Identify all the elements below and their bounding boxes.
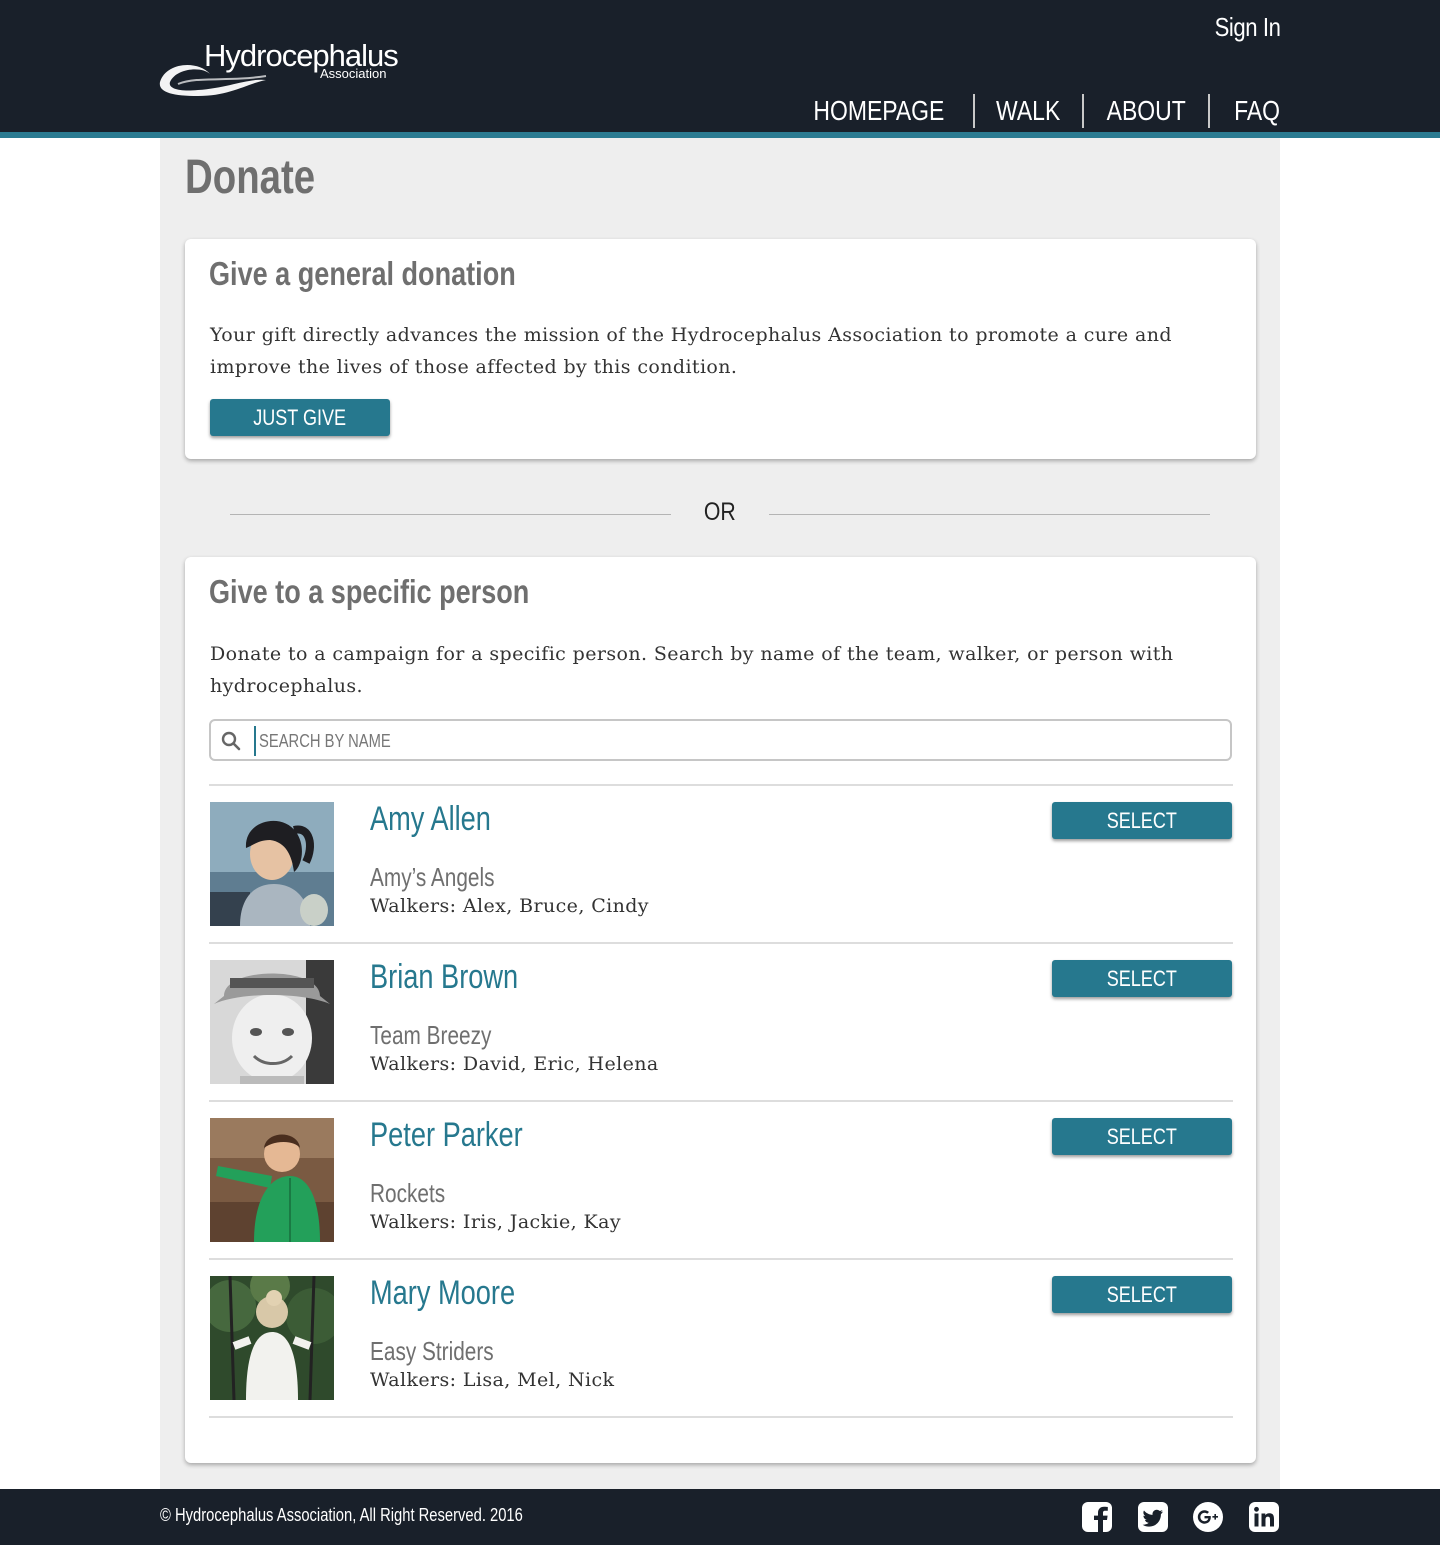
page-title: Donate xyxy=(185,151,316,204)
select-label: SELECT xyxy=(1106,965,1178,991)
or-divider: OR xyxy=(230,498,1210,532)
select-label: SELECT xyxy=(1106,1281,1178,1307)
text-cursor xyxy=(254,726,256,756)
list-item: Brian Brown Team Breezy Walkers: David, … xyxy=(209,958,1233,1084)
facebook-icon[interactable] xyxy=(1081,1501,1113,1533)
person-name[interactable]: Amy Allen xyxy=(370,800,491,839)
or-label: OR xyxy=(704,498,736,526)
list-divider xyxy=(209,942,1233,944)
search-input[interactable] xyxy=(259,725,1047,757)
nav-faq[interactable]: FAQ xyxy=(1216,95,1280,127)
boy-hat-bw-photo xyxy=(210,960,334,1084)
google-plus-icon[interactable] xyxy=(1192,1501,1224,1533)
team-name: Amy’s Angels xyxy=(370,862,495,892)
walkers-list: Walkers: Iris, Jackie, Kay xyxy=(370,1211,621,1233)
girl-ponytail-photo xyxy=(210,802,334,926)
nav-divider xyxy=(1207,94,1210,128)
team-name: Team Breezy xyxy=(370,1020,492,1050)
list-divider xyxy=(209,1416,1233,1418)
hydrocephalus-logo[interactable]: Hydrocephalus Association xyxy=(158,36,399,102)
nav-about-label: ABOUT xyxy=(1106,95,1186,126)
nav-homepage[interactable]: HOMEPAGE xyxy=(791,95,967,127)
list-item: Mary Moore Easy Striders Walkers: Lisa, … xyxy=(209,1274,1233,1400)
select-label: SELECT xyxy=(1106,1123,1178,1149)
general-donation-card: Give a general donation Your gift direct… xyxy=(185,239,1256,459)
site-header: Hydrocephalus Association Sign In HOMEPA… xyxy=(0,0,1440,132)
general-donation-title: Give a general donation xyxy=(209,255,516,292)
walkers-list: Walkers: David, Eric, Helena xyxy=(370,1053,659,1075)
search-icon xyxy=(221,731,241,751)
select-button[interactable]: SELECT xyxy=(1052,960,1232,997)
nav-divider xyxy=(973,94,976,128)
specific-person-card: Give to a specific person Donate to a ca… xyxy=(185,557,1256,1463)
specific-person-text: Donate to a campaign for a specific pers… xyxy=(210,643,1174,697)
list-item: Amy Allen Amy’s Angels Walkers: Alex, Br… xyxy=(209,800,1233,926)
person-name[interactable]: Mary Moore xyxy=(370,1274,515,1313)
search-box xyxy=(209,719,1232,761)
nav-walk-label: WALK xyxy=(996,95,1061,126)
logo-sub-text: Association xyxy=(320,66,387,81)
list-item: Peter Parker Rockets Walkers: Iris, Jack… xyxy=(209,1116,1233,1242)
select-button[interactable]: SELECT xyxy=(1052,1276,1232,1313)
team-name: Easy Striders xyxy=(370,1336,494,1366)
select-button[interactable]: SELECT xyxy=(1052,802,1232,839)
nav-homepage-label: HOMEPAGE xyxy=(813,95,945,126)
select-button[interactable]: SELECT xyxy=(1052,1118,1232,1155)
person-name[interactable]: Brian Brown xyxy=(370,958,518,997)
person-name[interactable]: Peter Parker xyxy=(370,1116,523,1155)
walkers-list: Walkers: Alex, Bruce, Cindy xyxy=(370,895,649,917)
list-divider xyxy=(209,1258,1233,1260)
main-nav: HOMEPAGE WALK ABOUT FAQ xyxy=(791,93,1280,129)
twitter-icon[interactable] xyxy=(1137,1501,1169,1533)
boy-green-jacket-photo xyxy=(210,1118,334,1242)
copyright-text: © Hydrocephalus Association, All Right R… xyxy=(160,1505,523,1525)
nav-faq-label: FAQ xyxy=(1234,95,1280,126)
team-name: Rockets xyxy=(370,1178,446,1208)
select-label: SELECT xyxy=(1106,807,1178,833)
nav-divider xyxy=(1081,94,1084,128)
specific-person-title: Give to a specific person xyxy=(209,573,530,610)
site-footer: © Hydrocephalus Association, All Right R… xyxy=(0,1489,1440,1545)
girl-swing-photo xyxy=(210,1276,334,1400)
sign-in-link[interactable]: Sign In xyxy=(1214,12,1280,43)
nav-walk[interactable]: WALK xyxy=(981,95,1075,127)
general-donation-text: Your gift directly advances the mission … xyxy=(210,324,1172,378)
walkers-list: Walkers: Lisa, Mel, Nick xyxy=(370,1369,615,1391)
nav-about[interactable]: ABOUT xyxy=(1090,95,1202,127)
just-give-label: JUST GIVE xyxy=(253,404,347,430)
linkedin-icon[interactable] xyxy=(1248,1501,1280,1533)
list-divider xyxy=(209,1100,1233,1102)
just-give-button[interactable]: JUST GIVE xyxy=(210,399,390,436)
list-divider xyxy=(209,784,1233,786)
